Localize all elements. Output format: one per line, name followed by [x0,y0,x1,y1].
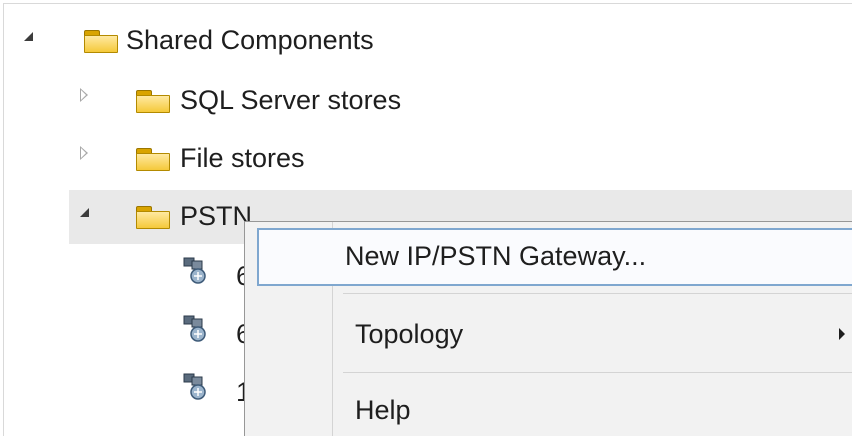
folder-icon [136,148,170,171]
submenu-arrow-icon [839,328,845,340]
tree-node-label: PSTN [180,201,253,231]
tree-node-label: SQL Server stores [180,85,402,115]
expand-arrow-icon[interactable] [24,32,33,41]
tree-node-shared-components[interactable]: Shared Components [4,16,852,70]
menu-item-help[interactable]: Help [255,382,852,436]
collapse-arrow-icon[interactable] [80,88,88,102]
context-menu: New IP/PSTN Gateway... Topology Help [244,221,852,436]
menu-item-label: Topology [355,319,464,349]
gateway-icon [183,373,206,400]
folder-icon [136,90,170,113]
tree-node-file-stores[interactable]: File stores [4,134,852,188]
gateway-icon [183,315,206,342]
folder-icon [136,206,170,229]
menu-item-new-ip-pstn-gateway[interactable]: New IP/PSTN Gateway... [257,228,852,286]
tree-node-label: Shared Components [126,25,374,55]
tree-node-label: File stores [180,143,305,173]
menu-item-label: New IP/PSTN Gateway... [345,241,647,271]
expand-arrow-icon[interactable] [80,208,89,217]
gateway-icon [183,257,206,284]
menu-item-topology[interactable]: Topology [255,306,852,364]
menu-separator [343,372,852,373]
topology-tree-panel: Shared Components SQL Server stores File… [3,3,852,436]
menu-item-label: Help [355,395,411,425]
collapse-arrow-icon[interactable] [80,146,88,160]
menu-separator [343,293,852,294]
folder-icon [84,30,118,53]
tree-node-sql-server-stores[interactable]: SQL Server stores [4,76,852,130]
